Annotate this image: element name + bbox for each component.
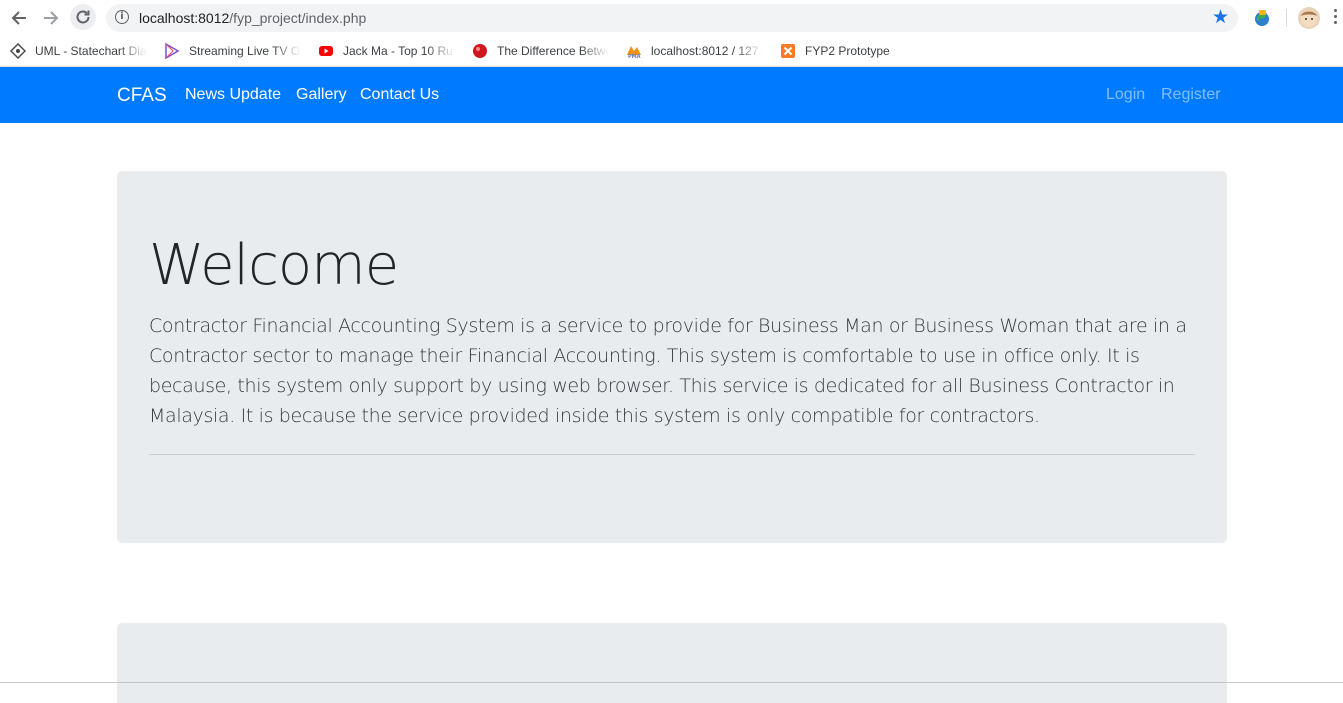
- back-button[interactable]: [7, 6, 31, 30]
- url-host: localhost:8012: [139, 10, 230, 26]
- site-navbar: CFAS News Update Gallery Contact Us Logi…: [0, 67, 1343, 123]
- bookmark-item-uml[interactable]: UML - Statechart Dia: [10, 42, 147, 60]
- browser-toolbar: i localhost:8012/fyp_project/index.php ★: [0, 0, 1343, 36]
- play-store-icon: [164, 42, 180, 60]
- nav-link-login[interactable]: Login: [1106, 86, 1145, 104]
- divider: [149, 454, 1195, 455]
- info-icon[interactable]: i: [115, 10, 129, 24]
- bookmark-label: Streaming Live TV Or: [189, 44, 301, 58]
- welcome-jumbotron: Welcome Contractor Financial Accounting …: [117, 171, 1227, 543]
- welcome-heading: Welcome: [149, 233, 399, 298]
- bookmark-label: FYP2 Prototype: [805, 44, 890, 58]
- bookmark-label: The Difference Betwe: [497, 44, 609, 58]
- arrow-right-icon: [44, 11, 59, 25]
- phpmyadmin-icon: PMA: [626, 43, 642, 60]
- address-bar[interactable]: i localhost:8012/fyp_project/index.php ★: [106, 4, 1238, 32]
- bookmark-label: localhost:8012 / 127.0: [651, 44, 763, 58]
- url-path: /fyp_project/index.php: [229, 10, 367, 26]
- url-text[interactable]: localhost:8012/fyp_project/index.php: [139, 10, 366, 26]
- nav-link-news-update[interactable]: News Update: [185, 86, 281, 104]
- xampp-icon: [780, 43, 796, 59]
- window-bottom-edge: [0, 682, 1343, 683]
- bookmark-label: UML - Statechart Dia: [35, 44, 147, 58]
- bookmark-star-icon[interactable]: ★: [1212, 6, 1229, 28]
- diamond-network-icon: [10, 43, 26, 59]
- bookmark-item-difference[interactable]: The Difference Betwe: [472, 42, 609, 60]
- bookmark-label: Jack Ma - Top 10 Rule: [343, 44, 455, 58]
- forward-button[interactable]: [39, 6, 63, 30]
- nav-link-contact-us[interactable]: Contact Us: [360, 86, 439, 104]
- nav-link-gallery[interactable]: Gallery: [296, 86, 347, 104]
- bookmark-item-fyp2[interactable]: FYP2 Prototype: [780, 42, 890, 60]
- extension-globe-icon[interactable]: [1252, 8, 1272, 28]
- avatar-face-icon: [1301, 11, 1317, 27]
- youtube-icon: [318, 43, 334, 59]
- bookmarks-bar: UML - Statechart Dia Streaming Live TV O…: [0, 36, 1343, 67]
- nav-link-register[interactable]: Register: [1161, 86, 1221, 104]
- bookmark-item-jackma[interactable]: Jack Ma - Top 10 Rule: [318, 42, 455, 60]
- arrow-left-icon: [11, 11, 26, 25]
- bookmark-item-localhost[interactable]: PMA localhost:8012 / 127.0: [626, 42, 763, 60]
- red-ball-icon: [472, 43, 488, 59]
- toolbar-separator: [1286, 9, 1287, 27]
- svg-text:PMA: PMA: [628, 54, 641, 59]
- profile-avatar[interactable]: [1298, 7, 1320, 29]
- secondary-jumbotron: [117, 623, 1227, 703]
- navbar-brand[interactable]: CFAS: [117, 85, 167, 107]
- reload-button[interactable]: [70, 4, 96, 30]
- browser-menu-button[interactable]: [1334, 9, 1338, 27]
- reload-icon: [76, 10, 90, 24]
- bookmark-item-streaming[interactable]: Streaming Live TV Or: [164, 42, 301, 60]
- welcome-lead-text: Contractor Financial Accounting System i…: [149, 315, 1187, 427]
